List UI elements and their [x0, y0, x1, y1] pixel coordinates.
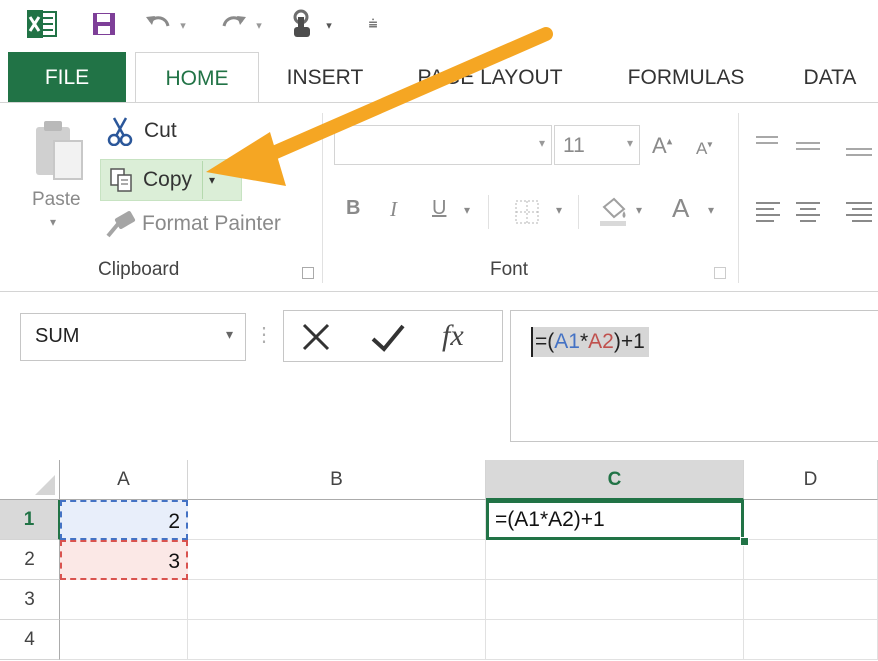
cell-b2[interactable] — [188, 540, 486, 580]
formula-part-equals: =( — [535, 330, 555, 353]
cell-c2[interactable] — [486, 540, 744, 580]
cell-c1[interactable]: =(A1*A2)+1 — [486, 500, 744, 540]
formula-part-tail: )+1 — [613, 330, 645, 353]
insert-function-icon[interactable]: fx — [442, 319, 464, 353]
row-header-4[interactable]: 4 — [0, 620, 60, 660]
row-header-1[interactable]: 1 — [0, 500, 60, 540]
formula-ref-a2: A2 — [588, 330, 614, 353]
column-header-c[interactable]: C — [486, 460, 744, 500]
column-header-d[interactable]: D — [744, 460, 878, 500]
name-box[interactable]: SUM ▾ — [20, 313, 246, 361]
fill-handle[interactable] — [740, 537, 749, 546]
cell-b1[interactable] — [188, 500, 486, 540]
column-header-a[interactable]: A — [60, 460, 188, 500]
select-all-button[interactable] — [0, 460, 60, 500]
name-box-value: SUM — [35, 325, 80, 347]
cell-d2[interactable] — [744, 540, 878, 580]
cell-d1[interactable] — [744, 500, 878, 540]
cell-a4[interactable] — [60, 620, 188, 660]
cell-d3[interactable] — [744, 580, 878, 620]
cell-a3[interactable] — [60, 580, 188, 620]
column-header-b[interactable]: B — [188, 460, 486, 500]
formula-input[interactable]: =(A1*A2)+1 — [510, 310, 878, 442]
row-header-3[interactable]: 3 — [0, 580, 60, 620]
worksheet-grid: A B C D 1 2 3 4 2 =(A1*A2)+1 3 — [0, 460, 878, 661]
enter-checkmark-icon[interactable] — [370, 323, 406, 353]
formula-text: =(A1*A2)+1 — [531, 327, 649, 357]
row-header-2[interactable]: 2 — [0, 540, 60, 580]
cell-d4[interactable] — [744, 620, 878, 660]
formula-bar-grip-icon[interactable]: ⋮ — [254, 322, 274, 347]
cell-b4[interactable] — [188, 620, 486, 660]
formula-buttons: fx — [283, 310, 503, 362]
cell-a2[interactable]: 3 — [60, 540, 188, 580]
cell-b3[interactable] — [188, 580, 486, 620]
cell-a1[interactable]: 2 — [60, 500, 188, 540]
cell-c4[interactable] — [486, 620, 744, 660]
cell-c3[interactable] — [486, 580, 744, 620]
name-box-dropdown-icon[interactable]: ▾ — [226, 326, 233, 343]
formula-ref-a1: A1 — [554, 330, 580, 353]
cancel-entry-icon[interactable] — [300, 321, 332, 353]
formula-part-multiply: * — [579, 330, 589, 353]
